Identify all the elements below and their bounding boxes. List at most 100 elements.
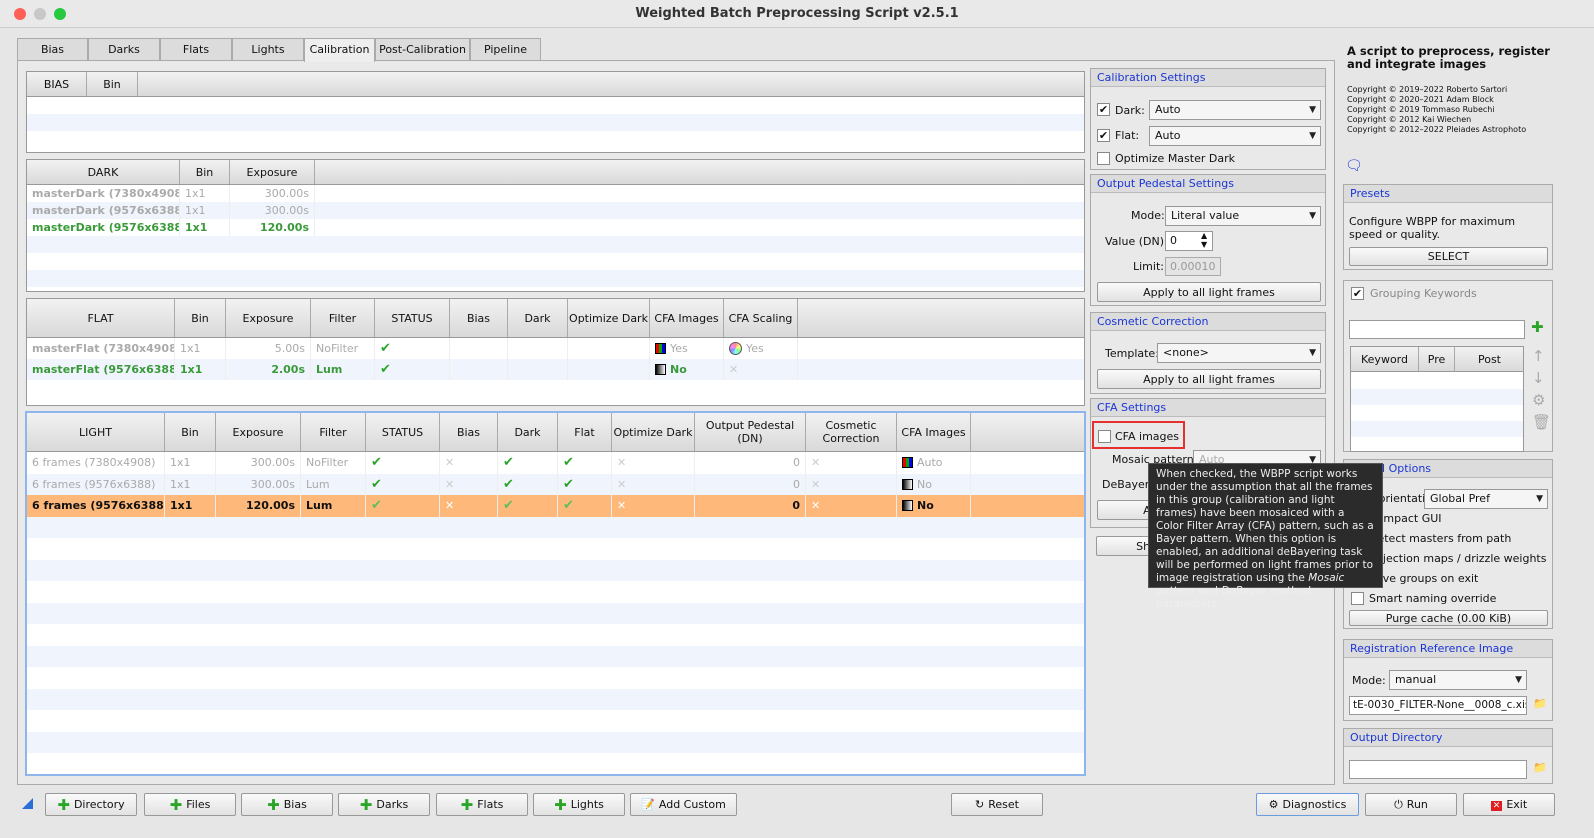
optimize-master-dark-checkbox[interactable] (1097, 152, 1110, 165)
col-exposure[interactable]: Exposure (216, 413, 301, 451)
col-filter[interactable]: Filter (301, 413, 366, 451)
bias-button[interactable]: ✚ Bias (241, 793, 333, 816)
grouping-keywords-checkbox[interactable]: ✔ (1351, 287, 1364, 300)
table-row[interactable]: masterDark (7380x4908) 1x1 300.00s (27, 185, 1084, 202)
run-button[interactable]: ⏻ Run (1365, 793, 1457, 816)
col-keyword[interactable]: Keyword (1351, 347, 1419, 371)
col-bin[interactable]: Bin (165, 413, 216, 451)
bias-table[interactable]: BIAS Bin (26, 71, 1085, 153)
comment-icon[interactable]: 🗨 (1345, 158, 1363, 174)
col-cfa-images[interactable]: CFA Images (897, 413, 971, 451)
apply-pedestal-button[interactable]: Apply to all light frames (1097, 282, 1321, 302)
col-bias[interactable]: BIAS (27, 72, 87, 96)
registration-mode-select[interactable]: manual (1389, 670, 1527, 690)
table-row[interactable]: masterDark (9576x6388) 1x1 300.00s (27, 202, 1084, 219)
keywords-table[interactable]: Keyword Pre Post (1350, 346, 1524, 452)
col-filter[interactable]: Filter (311, 299, 375, 337)
empty-row (27, 287, 1084, 291)
col-light[interactable]: LIGHT (27, 413, 165, 451)
diagnostics-button[interactable]: ⚙ Diagnostics (1256, 793, 1359, 816)
cfa-images-checkbox[interactable] (1098, 430, 1111, 443)
table-row[interactable]: 6 frames (9576x6388) 1x1 300.00s Lum ✔ ✕ ✔ ✔ ✕ 0 ✕… (27, 473, 1084, 495)
col-status[interactable]: STATUS (366, 413, 440, 451)
keyword-input[interactable] (1349, 320, 1525, 339)
reference-image-field[interactable]: tE-0030_FILTER-None__0008_c.xisf (1349, 696, 1527, 715)
move-up-icon[interactable]: ↑ (1532, 345, 1551, 367)
dark-checkbox[interactable]: ✔ (1097, 103, 1110, 116)
minimize-window-button[interactable] (34, 8, 46, 20)
fits-orientation-select[interactable]: Global Pref (1424, 489, 1548, 509)
col-optimize-dark[interactable]: Optimize Dark (568, 299, 650, 337)
flats-button[interactable]: ✚ Flats (436, 793, 528, 816)
col-bin[interactable]: Bin (87, 72, 138, 96)
copyright-line: Copyright © 2019–2022 Roberto Sartori (1347, 85, 1508, 94)
custom-button[interactable]: 📝 Add Custom (630, 793, 737, 816)
template-select[interactable]: <none> (1157, 343, 1321, 363)
dark-select[interactable]: Auto (1149, 100, 1321, 120)
files-button[interactable]: ✚ Files (144, 793, 236, 816)
move-down-icon[interactable]: ↓ (1532, 367, 1551, 389)
select-preset-button[interactable]: SELECT (1349, 247, 1548, 266)
table-row[interactable]: masterFlat (9576x6388) 1x1 2.00s Lum ✔ No ✕ (27, 359, 1084, 380)
output-directory-field[interactable] (1349, 760, 1527, 779)
tab-post-calibration[interactable]: Post-Calibration (375, 38, 470, 61)
trash-icon[interactable]: 🗑 (1532, 411, 1551, 433)
col-cosmetic-correction[interactable]: Cosmetic Correction (806, 413, 897, 451)
table-row[interactable]: masterFlat (7380x4908) 1x1 5.00s NoFilter ✔ Y… (27, 338, 1084, 359)
table-row[interactable]: masterDark (9576x6388) 1x1 120.00s (27, 219, 1084, 236)
flat-table[interactable]: FLAT Bin Exposure Filter STATUS Bias Dark Optim… (26, 298, 1085, 406)
directory-button[interactable]: ✚ Directory (45, 793, 137, 816)
close-window-button[interactable] (14, 8, 26, 20)
reset-button[interactable]: ↻ Reset (951, 793, 1043, 816)
col-exposure[interactable]: Exposure (226, 299, 311, 337)
col-cfa-scaling[interactable]: CFA Scaling (724, 299, 798, 337)
col-exposure[interactable]: Exposure (230, 160, 315, 184)
bin: 1x1 (180, 185, 230, 202)
flat-checkbox[interactable]: ✔ (1097, 129, 1110, 142)
folder-icon[interactable]: 📁 (1533, 697, 1547, 710)
col-dark[interactable]: DARK (27, 160, 180, 184)
col-post[interactable]: Post (1455, 347, 1523, 371)
col-flat[interactable]: Flat (558, 413, 612, 451)
apply-cosmetic-button[interactable]: Apply to all light frames (1097, 369, 1321, 389)
spin-arrows-icon[interactable]: ▲ ▼ (1201, 231, 1207, 249)
darks-button[interactable]: ✚ Darks (338, 793, 430, 816)
calibration-settings-group: Calibration Settings ✔ Dark: Auto ✔ Flat… (1090, 68, 1326, 170)
col-dark[interactable]: Dark (498, 413, 558, 451)
add-keyword-icon[interactable]: ✚ (1531, 318, 1544, 336)
col-optimize-dark[interactable]: Optimize Dark (612, 413, 695, 451)
col-cfa-images[interactable]: CFA Images (650, 299, 724, 337)
col-bias[interactable]: Bias (440, 413, 498, 451)
option-checkbox[interactable] (1351, 592, 1364, 605)
bias (450, 338, 508, 359)
col-bin[interactable]: Bin (175, 299, 226, 337)
col-output-pedestal-dn-[interactable]: Output Pedestal (DN) (695, 413, 806, 451)
purge-cache-button[interactable]: Purge cache (0.00 KiB) (1349, 610, 1548, 626)
cosmetic-correction-group: Cosmetic Correction Template: <none> App… (1090, 312, 1326, 394)
tab-pipeline[interactable]: Pipeline (470, 38, 541, 61)
tab-bias[interactable]: Bias (17, 38, 88, 61)
table-row[interactable]: 6 frames (7380x4908) 1x1 300.00s NoFilter ✔ ✕… (27, 452, 1084, 474)
mode-select[interactable]: Literal value (1165, 206, 1321, 226)
maximize-window-button[interactable] (54, 8, 66, 20)
tab-flats[interactable]: Flats (160, 38, 232, 61)
tab-calibration[interactable]: Calibration (304, 38, 375, 62)
lights-button[interactable]: ✚ Lights (533, 793, 625, 816)
bin: 1x1 (165, 495, 216, 517)
col-flat[interactable]: FLAT (27, 299, 175, 337)
tab-darks[interactable]: Darks (88, 38, 160, 61)
col-bin[interactable]: Bin (180, 160, 230, 184)
col-pre[interactable]: Pre (1419, 347, 1455, 371)
exit-button[interactable]: ✕ Exit (1463, 793, 1555, 816)
gear-icon[interactable]: ⚙ (1532, 389, 1551, 411)
col-bias[interactable]: Bias (450, 299, 508, 337)
light-table[interactable]: LIGHT Bin Exposure Filter STATUS Bias Dark Flat… (25, 411, 1086, 776)
flat-select[interactable]: Auto (1149, 126, 1321, 146)
resize-toggle-icon[interactable] (22, 798, 33, 809)
tab-lights[interactable]: Lights (232, 38, 304, 61)
dark-table[interactable]: DARK Bin Exposure masterDark (7380x4908) 1x1… (26, 159, 1085, 292)
folder-icon[interactable]: 📁 (1533, 761, 1547, 774)
col-status[interactable]: STATUS (375, 299, 450, 337)
col-dark[interactable]: Dark (508, 299, 568, 337)
table-row[interactable]: 6 frames (9576x6388) 1x1 120.00s Lum ✔ ✕ ✔ ✔ ✕ 0 ✕… (27, 495, 1084, 517)
